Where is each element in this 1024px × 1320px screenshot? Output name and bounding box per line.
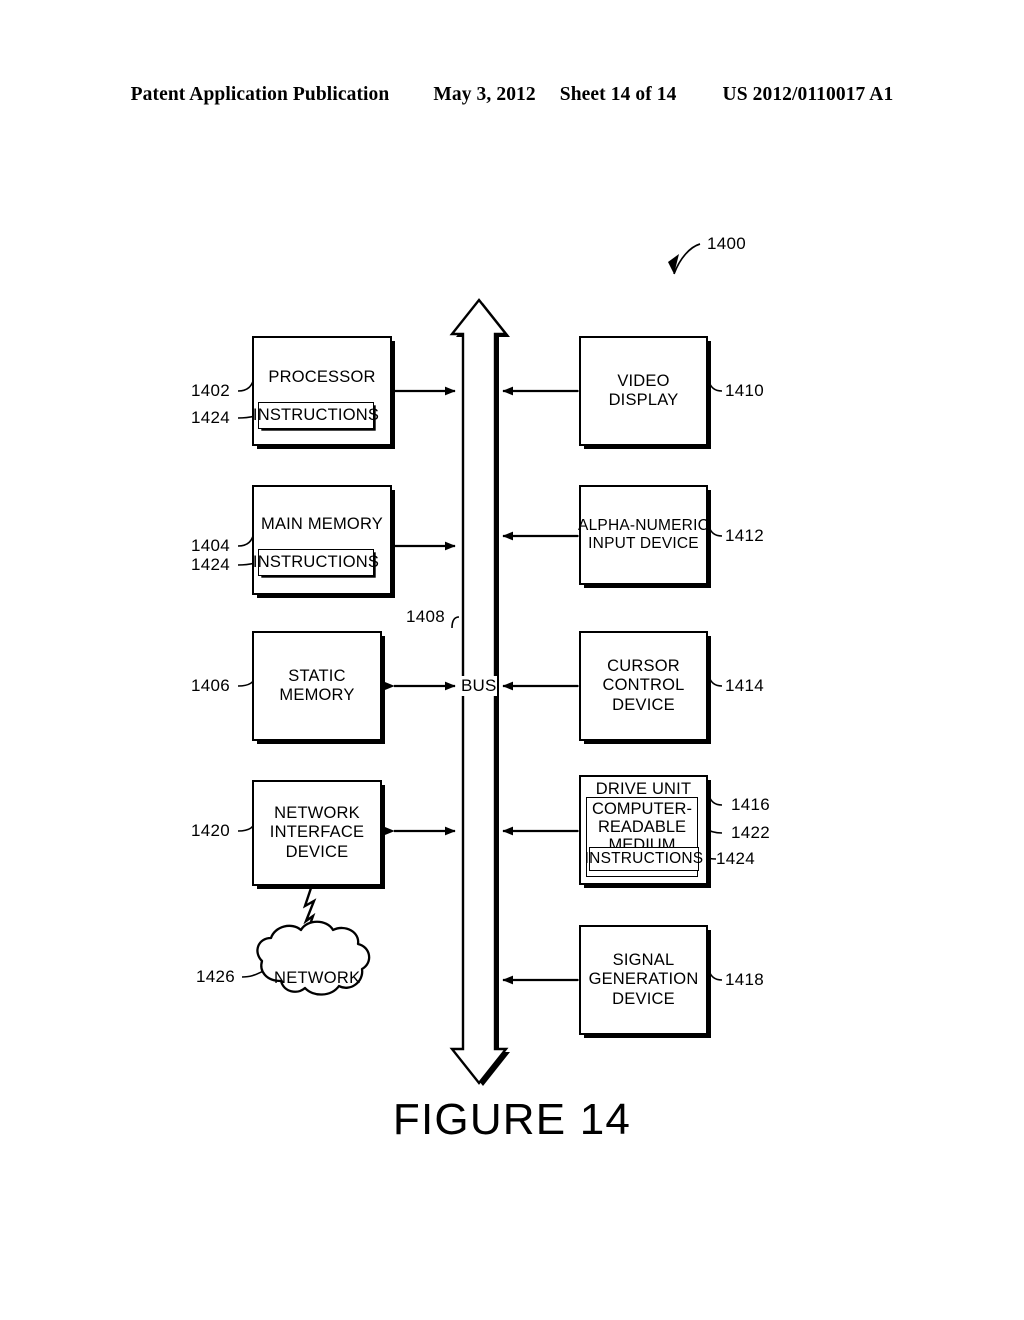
network-interface-title-line3: DEVICE xyxy=(285,842,349,861)
crm-title-line2: READABLE xyxy=(597,818,687,837)
main-memory-title: MAIN MEMORY xyxy=(261,515,383,534)
cursor-control-title-line1: CURSOR xyxy=(607,657,680,676)
alpha-numeric-title-line1: ALPHA-NUMERIC xyxy=(578,517,709,535)
ref-1416: 1416 xyxy=(731,795,771,814)
block-cursor-control-device: CURSOR CONTROL DEVICE xyxy=(579,631,708,741)
processor-instructions-label: INSTRUCTIONS xyxy=(252,406,380,424)
block-video-display: VIDEO DISPLAY xyxy=(579,336,708,446)
static-memory-title-line2: MEMORY xyxy=(279,686,355,704)
ref-1410: 1410 xyxy=(725,381,765,400)
cursor-control-title-line3: DEVICE xyxy=(612,695,675,714)
crm-title-line1: COMPUTER- xyxy=(592,800,692,818)
figure-diagram: PROCESSOR INSTRUCTIONS 1402 1424 MAIN ME… xyxy=(0,0,1024,1320)
ref-1424-main-memory: 1424 xyxy=(191,555,231,574)
ref-1412: 1412 xyxy=(725,526,765,545)
video-display-title-line2: DISPLAY xyxy=(608,391,679,409)
static-memory-title-line1: STATIC xyxy=(288,666,346,685)
ref-1404: 1404 xyxy=(191,536,231,555)
block-signal-generation-device: SIGNAL GENERATION DEVICE xyxy=(579,925,708,1035)
signal-generation-title-line1: SIGNAL xyxy=(612,951,675,970)
processor-title: PROCESSOR xyxy=(268,368,376,387)
system-reference-pointer xyxy=(668,243,701,275)
ref-1426: 1426 xyxy=(196,967,236,986)
ref-1402: 1402 xyxy=(191,381,231,400)
ref-1408: 1408 xyxy=(406,607,446,626)
bus-connectors-right xyxy=(502,386,589,985)
drive-unit-instructions-label: INSTRUCTIONS xyxy=(584,850,704,867)
network-cloud-label: NETWORK xyxy=(274,969,361,987)
network-interface-title-line1: NETWORK xyxy=(274,804,360,823)
network-interface-title-line2: INTERFACE xyxy=(269,823,365,842)
processor-instructions-box: INSTRUCTIONS xyxy=(253,402,379,429)
ref-1406: 1406 xyxy=(191,676,231,695)
bus-label: BUS xyxy=(461,676,497,696)
video-display-title-line1: VIDEO xyxy=(617,371,670,390)
alpha-numeric-title-line2: INPUT DEVICE xyxy=(588,535,699,552)
ref-1418: 1418 xyxy=(725,970,765,989)
ref-1422: 1422 xyxy=(731,823,771,842)
block-static-memory: STATIC MEMORY xyxy=(252,631,382,741)
block-processor: PROCESSOR xyxy=(252,336,392,446)
block-alpha-numeric-input-device: ALPHA-NUMERIC INPUT DEVICE xyxy=(578,485,709,585)
drive-unit-instructions-box: INSTRUCTIONS xyxy=(585,847,703,871)
ref-1414: 1414 xyxy=(725,676,765,695)
main-memory-instructions-box: INSTRUCTIONS xyxy=(253,549,379,576)
ref-1420: 1420 xyxy=(191,821,231,840)
cursor-control-title-line2: CONTROL xyxy=(602,676,685,695)
figure-caption: FIGURE 14 xyxy=(392,1095,632,1144)
signal-generation-title-line3: DEVICE xyxy=(612,989,675,1008)
main-memory-instructions-label: INSTRUCTIONS xyxy=(252,553,380,571)
block-main-memory: MAIN MEMORY xyxy=(252,485,392,595)
ref-1424-drive-unit: 1424 xyxy=(716,849,756,868)
ref-1400: 1400 xyxy=(707,234,747,253)
ref-1424-processor: 1424 xyxy=(191,408,231,427)
block-network-interface-device: NETWORK INTERFACE DEVICE xyxy=(252,780,382,886)
signal-generation-title-line2: GENERATION xyxy=(588,970,699,989)
